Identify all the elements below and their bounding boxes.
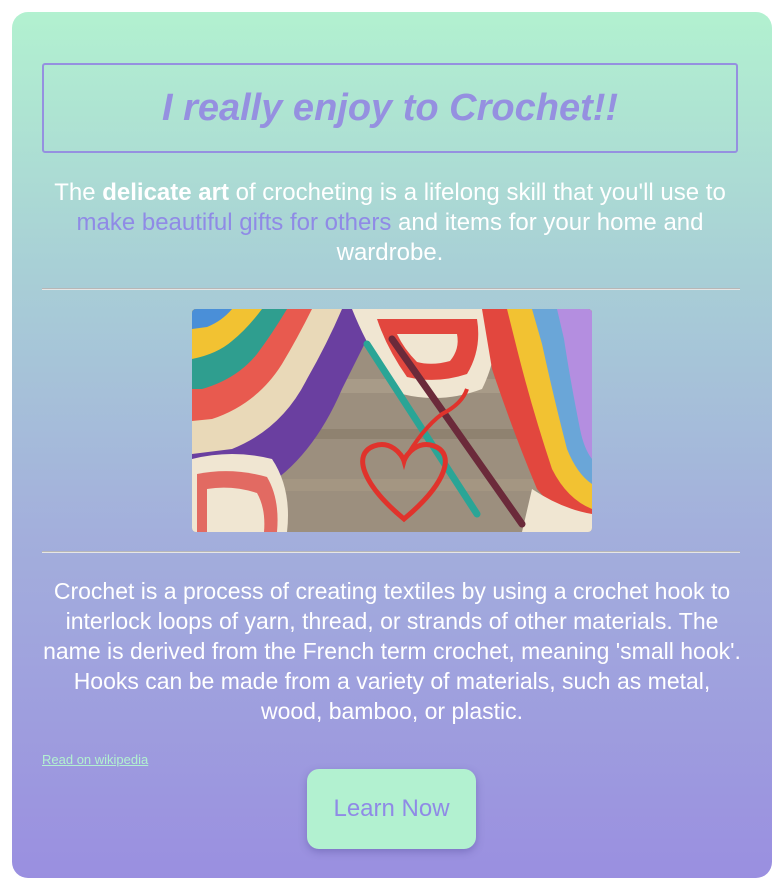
- crochet-photo: [192, 309, 592, 532]
- description-paragraph: Crochet is a process of creating textile…: [43, 578, 741, 724]
- divider-bottom: [42, 551, 740, 553]
- main-card: I really enjoy to Crochet!! The delicate…: [12, 12, 772, 878]
- intro-accent-text: make beautiful gifts for others: [76, 209, 392, 236]
- title-box: I really enjoy to Crochet!!: [42, 63, 738, 153]
- learn-now-button[interactable]: Learn Now: [307, 769, 476, 849]
- wikipedia-link[interactable]: Read on wikipedia: [42, 752, 148, 767]
- intro-text-2: of crocheting is a lifelong skill that y…: [228, 179, 726, 206]
- intro-text-1: The: [54, 179, 103, 206]
- page-title: I really enjoy to Crochet!!: [161, 86, 619, 129]
- intro-text-3: and items for your home and wardrobe.: [336, 209, 704, 266]
- intro-paragraph: The delicate art of crocheting is a life…: [42, 178, 738, 268]
- intro-bold-text: delicate art: [102, 179, 229, 206]
- divider-top: [42, 288, 740, 290]
- crochet-photo-icon: [192, 309, 592, 532]
